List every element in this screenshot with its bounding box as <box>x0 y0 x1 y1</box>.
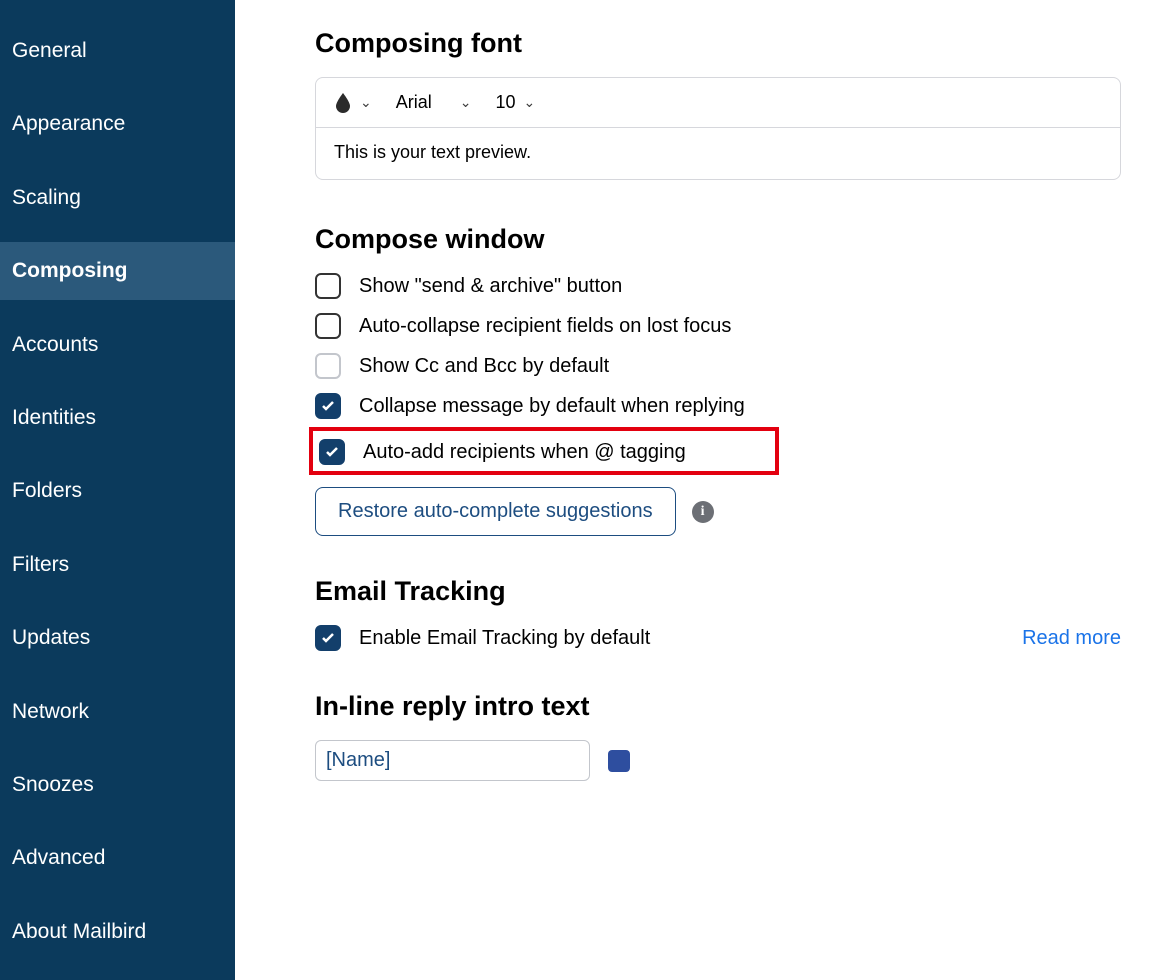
sidebar-item-label: Updates <box>12 626 90 649</box>
sidebar-item-scaling[interactable]: Scaling <box>0 169 235 226</box>
checkbox-icon <box>315 625 341 651</box>
section-title-composing-font: Composing font <box>315 28 1121 59</box>
sidebar-item-label: Accounts <box>12 333 98 356</box>
read-more-link[interactable]: Read more <box>1022 627 1121 650</box>
option-auto-collapse[interactable]: Auto-collapse recipient fields on lost f… <box>315 313 1121 339</box>
checkbox-icon <box>319 439 345 465</box>
font-family-value: Arial <box>396 92 432 113</box>
font-size-value: 10 <box>495 92 515 113</box>
option-label: Show Cc and Bcc by default <box>359 355 609 378</box>
sidebar-item-folders[interactable]: Folders <box>0 462 235 519</box>
sidebar-item-label: Filters <box>12 553 69 576</box>
chevron-down-icon: ⌄ <box>360 94 372 111</box>
sidebar-item-label: Snoozes <box>12 773 94 796</box>
option-auto-add-recipients[interactable]: Auto-add recipients when @ tagging <box>319 439 769 465</box>
sidebar-item-identities[interactable]: Identities <box>0 389 235 446</box>
restore-autocomplete-button[interactable]: Restore auto-complete suggestions <box>315 487 676 536</box>
sidebar-item-label: Appearance <box>12 112 125 135</box>
sidebar-item-network[interactable]: Network <box>0 683 235 740</box>
sidebar-item-label: About Mailbird <box>12 920 146 943</box>
sidebar-item-accounts[interactable]: Accounts <box>0 316 235 373</box>
sidebar-item-label: Composing <box>12 259 128 282</box>
checkbox-icon <box>315 393 341 419</box>
option-label: Auto-collapse recipient fields on lost f… <box>359 315 731 338</box>
info-icon[interactable]: i <box>692 501 714 523</box>
sidebar-item-label: General <box>12 39 87 62</box>
font-preview: This is your text preview. <box>316 128 1120 179</box>
font-size-select[interactable]: 10 ⌄ <box>487 90 543 115</box>
sidebar-item-label: Folders <box>12 479 82 502</box>
chevron-down-icon: ⌄ <box>524 94 536 111</box>
checkbox-icon <box>315 353 341 379</box>
sidebar-item-composing[interactable]: Composing <box>0 242 235 299</box>
option-collapse-reply[interactable]: Collapse message by default when replyin… <box>315 393 1121 419</box>
sidebar-item-about[interactable]: About Mailbird <box>0 903 235 960</box>
sidebar-item-label: Network <box>12 700 89 723</box>
sidebar-item-appearance[interactable]: Appearance <box>0 95 235 152</box>
inline-reply-color-picker[interactable] <box>608 750 630 772</box>
sidebar-item-filters[interactable]: Filters <box>0 536 235 593</box>
drop-icon <box>334 93 352 113</box>
option-email-tracking[interactable]: Enable Email Tracking by default <box>315 625 650 651</box>
sidebar-item-label: Advanced <box>12 846 105 869</box>
highlight-annotation: Auto-add recipients when @ tagging <box>309 427 779 475</box>
inline-reply-input[interactable] <box>315 740 590 781</box>
sidebar-item-updates[interactable]: Updates <box>0 609 235 666</box>
sidebar-item-advanced[interactable]: Advanced <box>0 829 235 886</box>
sidebar-item-snoozes[interactable]: Snoozes <box>0 756 235 813</box>
composing-font-card: ⌄ Arial ⌄ 10 ⌄ This is your text preview… <box>315 77 1121 180</box>
checkbox-icon <box>315 273 341 299</box>
font-family-select[interactable]: Arial ⌄ <box>388 90 480 115</box>
settings-sidebar: General Appearance Scaling Composing Acc… <box>0 0 235 980</box>
section-title-compose-window: Compose window <box>315 224 1121 255</box>
sidebar-item-label: Identities <box>12 406 96 429</box>
sidebar-item-label: Scaling <box>12 186 81 209</box>
option-send-archive[interactable]: Show "send & archive" button <box>315 273 1121 299</box>
option-label: Show "send & archive" button <box>359 275 622 298</box>
checkbox-icon <box>315 313 341 339</box>
settings-panel: Composing font ⌄ Arial ⌄ 10 ⌄ This i <box>235 0 1155 980</box>
option-label: Collapse message by default when replyin… <box>359 395 745 418</box>
section-title-inline-reply: In-line reply intro text <box>315 691 1121 722</box>
font-color-picker[interactable]: ⌄ <box>334 93 372 113</box>
font-toolbar: ⌄ Arial ⌄ 10 ⌄ <box>316 78 1120 128</box>
option-label: Enable Email Tracking by default <box>359 627 650 650</box>
chevron-down-icon: ⌄ <box>460 94 472 111</box>
section-title-email-tracking: Email Tracking <box>315 576 1121 607</box>
option-show-cc-bcc[interactable]: Show Cc and Bcc by default <box>315 353 1121 379</box>
sidebar-item-general[interactable]: General <box>0 22 235 79</box>
option-label: Auto-add recipients when @ tagging <box>363 441 686 464</box>
